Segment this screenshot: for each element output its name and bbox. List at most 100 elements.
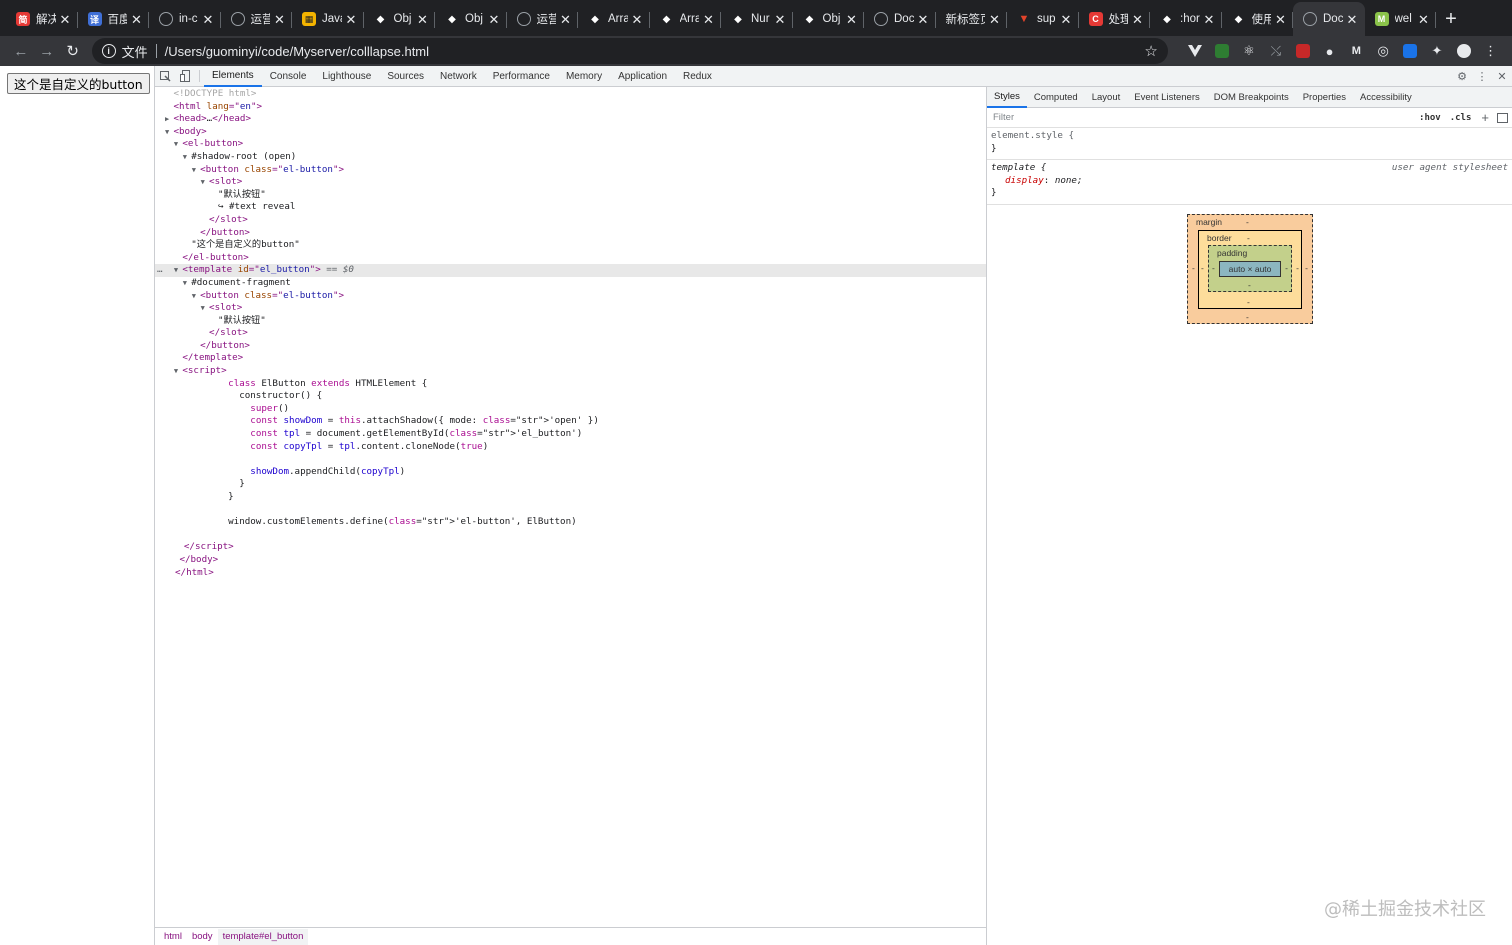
expand-toggle-icon[interactable]: ▼ bbox=[183, 153, 191, 161]
browser-tab[interactable]: ◆ Arra ✕ bbox=[650, 2, 721, 36]
filter-input[interactable]: Filter bbox=[991, 112, 1410, 123]
close-devtools-icon[interactable]: ✕ bbox=[1492, 66, 1512, 86]
browser-tab[interactable]: C 处理 ✕ bbox=[1079, 2, 1150, 36]
dom-node[interactable]: ▼ #shadow-root (open) bbox=[155, 151, 986, 164]
browser-tab[interactable]: ▼ sup ✕ bbox=[1007, 2, 1079, 36]
browser-tab[interactable]: 新标签页✕ bbox=[936, 2, 1007, 36]
dom-node[interactable]: <!DOCTYPE html> bbox=[155, 88, 986, 101]
close-tab-icon[interactable]: ✕ bbox=[417, 13, 429, 26]
tab-network[interactable]: Network bbox=[432, 66, 485, 87]
breadcrumb-item[interactable]: html bbox=[159, 929, 187, 945]
forward-button[interactable]: → bbox=[34, 38, 60, 64]
close-tab-icon[interactable]: ✕ bbox=[989, 13, 1001, 26]
extension-m-icon[interactable]: M bbox=[1343, 38, 1370, 64]
more-options-icon[interactable]: ⋮ bbox=[1472, 66, 1492, 86]
translate-icon[interactable] bbox=[1397, 38, 1424, 64]
browser-tab[interactable]: 简解决 ✕ bbox=[6, 2, 78, 36]
custom-el-button[interactable]: 这个是自定义的button bbox=[7, 73, 150, 94]
extension-target-icon[interactable]: ◎ bbox=[1370, 38, 1397, 64]
dom-node[interactable]: </slot> bbox=[155, 327, 986, 340]
dom-node[interactable]: ↪ #text reveal bbox=[155, 201, 986, 214]
close-tab-icon[interactable]: ✕ bbox=[60, 13, 72, 26]
tab-sources[interactable]: Sources bbox=[379, 66, 432, 87]
tab-elements[interactable]: Elements bbox=[204, 66, 262, 87]
site-info-icon[interactable]: i bbox=[101, 44, 116, 58]
tab-memory[interactable]: Memory bbox=[558, 66, 610, 87]
dom-node[interactable]: "默认按钮" bbox=[155, 189, 986, 202]
node-actions-icon[interactable]: … bbox=[157, 264, 163, 277]
reload-button[interactable]: ↻ bbox=[60, 38, 86, 64]
browser-tab[interactable]: Doc ✕ bbox=[864, 2, 936, 36]
browser-tab[interactable]: ▦ Java ✕ bbox=[292, 2, 364, 36]
close-tab-icon[interactable]: ✕ bbox=[203, 13, 215, 26]
sidebar-tab-event-listeners[interactable]: Event Listeners bbox=[1127, 87, 1206, 108]
dom-node[interactable]: ▼ <body> bbox=[155, 126, 986, 139]
breadcrumb-item[interactable]: body bbox=[187, 929, 218, 945]
sidebar-tab-styles[interactable]: Styles bbox=[987, 87, 1027, 108]
address-bar[interactable]: i 文件 /Users/guominyi/code/Myserver/colll… bbox=[91, 38, 1168, 64]
dom-node[interactable]: </template> bbox=[155, 352, 986, 365]
dom-node[interactable]: … ▼ <template id="el_button"> == $0 bbox=[155, 264, 986, 277]
url-text[interactable]: /Users/guominyi/code/Myserver/colllapse.… bbox=[165, 44, 1145, 59]
extension-grid-icon[interactable] bbox=[1209, 38, 1236, 64]
dom-node[interactable]: ▼ <slot> bbox=[155, 302, 986, 315]
dom-node[interactable]: </button> bbox=[155, 227, 986, 240]
back-button[interactable]: ← bbox=[8, 38, 34, 64]
expand-toggle-icon[interactable]: ▼ bbox=[192, 166, 200, 174]
close-tab-icon[interactable]: ✕ bbox=[632, 13, 644, 26]
dom-node[interactable]: ▶ <head>…</head> bbox=[155, 113, 986, 126]
close-tab-icon[interactable]: ✕ bbox=[918, 13, 930, 26]
dom-node[interactable]: </script> bbox=[155, 541, 986, 554]
rule-selector[interactable]: element.style { bbox=[991, 130, 1508, 143]
close-tab-icon[interactable]: ✕ bbox=[1061, 13, 1073, 26]
browser-tab[interactable]: 译百度 ✕ bbox=[78, 2, 149, 36]
close-tab-icon[interactable]: ✕ bbox=[131, 13, 143, 26]
expand-toggle-icon[interactable]: ▼ bbox=[183, 279, 191, 287]
box-model-padding[interactable]: padding - - - auto × auto bbox=[1208, 245, 1292, 292]
close-tab-icon[interactable]: ✕ bbox=[1204, 13, 1216, 26]
inspect-element-icon[interactable] bbox=[155, 66, 175, 86]
extension-circle-icon[interactable]: ● bbox=[1316, 38, 1343, 64]
sidebar-tab-properties[interactable]: Properties bbox=[1296, 87, 1353, 108]
browser-tab[interactable]: Mwel ✕ bbox=[1365, 2, 1436, 36]
close-tab-icon[interactable]: ✕ bbox=[1347, 13, 1359, 26]
close-tab-icon[interactable]: ✕ bbox=[1418, 13, 1430, 26]
close-tab-icon[interactable]: ✕ bbox=[1275, 13, 1287, 26]
close-tab-icon[interactable]: ✕ bbox=[775, 13, 787, 26]
box-model-border[interactable]: border - - - - padding - - - auto × auto bbox=[1198, 230, 1302, 309]
tab-lighthouse[interactable]: Lighthouse bbox=[314, 66, 379, 87]
browser-tab[interactable]: ◆:hor ✕ bbox=[1150, 2, 1222, 36]
sidebar-tab-accessibility[interactable]: Accessibility bbox=[1353, 87, 1419, 108]
extension-red-icon[interactable] bbox=[1289, 38, 1316, 64]
breadcrumb-item[interactable]: template#el_button bbox=[217, 928, 309, 945]
close-tab-icon[interactable]: ✕ bbox=[274, 13, 286, 26]
react-devtools-icon[interactable]: ⚛ bbox=[1236, 38, 1263, 64]
new-tab-button[interactable]: + bbox=[1436, 2, 1466, 36]
dom-node[interactable]: </slot> bbox=[155, 214, 986, 227]
new-rule-icon[interactable]: + bbox=[1481, 110, 1489, 125]
close-tab-icon[interactable]: ✕ bbox=[846, 13, 858, 26]
tab-console[interactable]: Console bbox=[262, 66, 315, 87]
cls-toggle[interactable]: .cls bbox=[1450, 113, 1472, 123]
expand-toggle-icon[interactable]: ▼ bbox=[201, 178, 209, 186]
tab-performance[interactable]: Performance bbox=[485, 66, 558, 87]
extensions-puzzle-icon[interactable]: ✦ bbox=[1424, 38, 1451, 64]
dom-node[interactable]: ▼ <slot> bbox=[155, 176, 986, 189]
browser-tab[interactable]: in-c ✕ bbox=[149, 2, 221, 36]
sidebar-tab-computed[interactable]: Computed bbox=[1027, 87, 1085, 108]
extension-arrows-icon[interactable]: ⤯ bbox=[1262, 38, 1289, 64]
browser-tab[interactable]: ◆ 使用 ✕ bbox=[1222, 2, 1293, 36]
browser-tab[interactable]: Doc ✕ bbox=[1293, 2, 1365, 36]
sidebar-tab-dom-breakpoints[interactable]: DOM Breakpoints bbox=[1207, 87, 1296, 108]
toggle-sidebar-icon[interactable] bbox=[1497, 112, 1508, 123]
hov-toggle[interactable]: :hov bbox=[1419, 113, 1441, 123]
settings-gear-icon[interactable]: ⚙ bbox=[1452, 66, 1472, 86]
sidebar-tab-layout[interactable]: Layout bbox=[1085, 87, 1128, 108]
dom-node[interactable]: "默认按钮" bbox=[155, 315, 986, 328]
dom-node[interactable]: ▼ <script> bbox=[155, 365, 986, 378]
browser-tab[interactable]: ◆ Obj ✕ bbox=[793, 2, 864, 36]
dom-node[interactable]: ▼ <el-button> bbox=[155, 138, 986, 151]
browser-tab[interactable]: ◆ Nur ✕ bbox=[721, 2, 793, 36]
close-tab-icon[interactable]: ✕ bbox=[489, 13, 501, 26]
box-model-margin[interactable]: margin - - - - border - - - - padding - bbox=[1187, 214, 1313, 324]
